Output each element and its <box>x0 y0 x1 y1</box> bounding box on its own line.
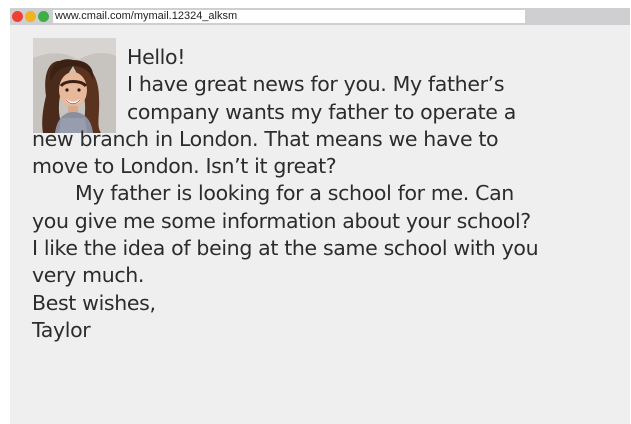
close-button[interactable] <box>12 11 23 22</box>
greeting-line: Hello! <box>127 45 186 69</box>
body-line: I have great news for you. My father’s <box>127 72 505 97</box>
maximize-button[interactable] <box>38 11 49 22</box>
body-line: move to London. Isn’t it great? <box>32 154 337 179</box>
address-bar[interactable]: www.cmail.com/mymail.12324_alksm <box>53 10 525 23</box>
body-line: My father is looking for a school for me… <box>75 181 514 206</box>
signature-line: Taylor <box>32 317 91 342</box>
body-line: you give me some information about your … <box>32 208 531 233</box>
closing-line: Best wishes, <box>32 290 156 315</box>
body-line: new branch in London. That means we have… <box>32 126 499 151</box>
title-bar: www.cmail.com/mymail.12324_alksm <box>10 8 630 25</box>
email-body: Hello! I have great news for you. My fat… <box>32 44 624 344</box>
browser-window: www.cmail.com/mymail.12324_alksm Hello! … <box>10 8 630 424</box>
body-line: I like the idea of being at the same sch… <box>32 236 539 261</box>
minimize-button[interactable] <box>25 11 36 22</box>
body-line: company wants my father to operate a <box>127 99 516 124</box>
body-line: very much. <box>32 263 145 288</box>
